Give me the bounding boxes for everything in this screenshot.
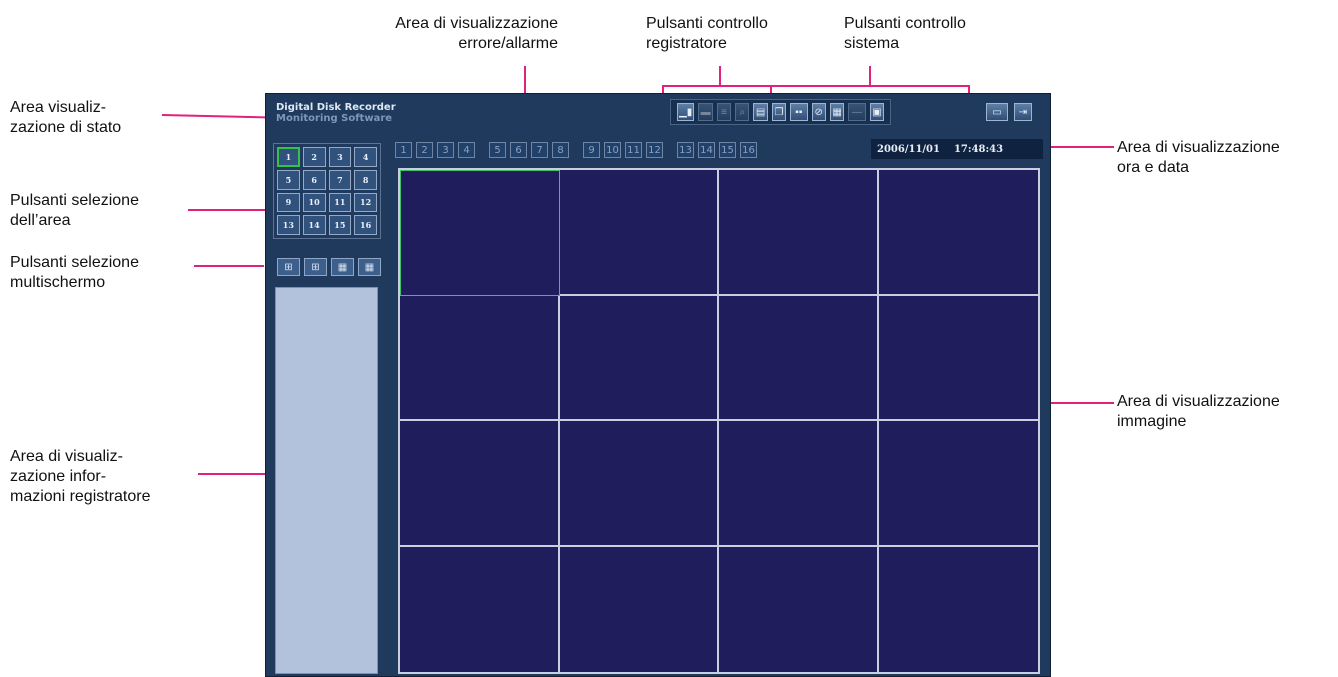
rec-icon[interactable]: ▁▮ [677, 103, 695, 121]
camera-channel-13: 13 [677, 142, 694, 158]
app-title: Digital Disk Recorder Monitoring Softwar… [276, 102, 426, 124]
area-button-5[interactable]: 5 [277, 169, 300, 190]
image-cell-12[interactable] [878, 421, 1038, 547]
leader-system-stem [869, 66, 871, 86]
image-cell-9[interactable] [400, 421, 560, 547]
callout-recorder-info: Area di visualiz- zazione infor- mazioni… [10, 448, 151, 505]
callout-alarm-area: Area di visualizzazione errore/allarme [395, 15, 558, 52]
image-display-area [398, 168, 1040, 674]
quad-screen-icon[interactable]: ⊞ [304, 258, 327, 276]
copy-icon[interactable]: ❐ [771, 103, 787, 121]
stop-icon[interactable]: ▬ [698, 103, 713, 121]
callout-status-area: Area visualiz- zazione di stato [10, 99, 122, 136]
area-button-11[interactable]: 11 [328, 192, 352, 213]
callout-area-select: Pulsanti selezione dell’area [10, 192, 139, 229]
recorder-info-panel [275, 287, 378, 674]
app-title-line2: Monitoring Software [276, 113, 393, 124]
image-cell-4[interactable] [878, 170, 1038, 296]
area-button-4[interactable]: 4 [354, 147, 377, 167]
card-icon[interactable]: ▣ [869, 103, 885, 121]
exit-icon[interactable]: ⇥ [1014, 103, 1032, 121]
image-cell-16[interactable] [879, 547, 1039, 673]
area-button-1[interactable]: 1 [277, 147, 300, 167]
nine-screen-icon[interactable]: ▦ [331, 258, 354, 276]
sixteen-screen-icon[interactable]: ▦ [358, 258, 381, 276]
date-text: 2006/11/01 [877, 143, 940, 155]
camera-channel-1: 1 [395, 142, 412, 158]
callout-recorder-controls: Pulsanti controllo registratore [646, 15, 768, 52]
area-button-10[interactable]: 10 [302, 192, 326, 213]
system-control-toolbar: ▭ ⇥ [986, 99, 1046, 125]
callout-image-area: Area di visualizzazione immagine [1117, 393, 1280, 430]
camera-channel-11: 11 [625, 142, 642, 158]
multiscreen-selection-buttons: ⊞ ⊞ ▦ ▦ [273, 258, 385, 276]
camera-channel-7: 7 [531, 142, 548, 158]
link-icon[interactable]: ⊘ [811, 103, 826, 121]
status-area: 1 2 3 4 5 6 7 8 9 10 11 12 13 14 15 16 [395, 139, 870, 161]
image-cell-1[interactable] [400, 170, 560, 296]
play-icon[interactable]: ≡ [716, 103, 732, 121]
image-cell-15[interactable] [719, 546, 879, 672]
disk-icon[interactable]: ▤ [753, 103, 768, 121]
area-button-6[interactable]: 6 [302, 169, 326, 190]
image-cell-11[interactable] [719, 421, 879, 547]
camera-channel-5: 5 [489, 142, 506, 158]
image-cell-5[interactable] [400, 295, 560, 421]
image-cell-10[interactable] [559, 421, 719, 547]
tool-icon[interactable]: — [848, 103, 866, 121]
camera-channel-3: 3 [437, 142, 454, 158]
leader-controls-bar [662, 85, 970, 87]
area-button-9[interactable]: 9 [277, 192, 300, 213]
callout-multiscreen-select: Pulsanti selezione multischermo [10, 254, 139, 291]
leader-recorder-stem [719, 66, 721, 86]
area-button-13[interactable]: 13 [277, 215, 300, 235]
area-button-12[interactable]: 12 [354, 192, 377, 213]
area-selection-buttons: 1 2 3 4 5 6 7 8 9 10 11 12 13 14 15 16 [273, 143, 381, 239]
camera-channel-8: 8 [552, 142, 569, 158]
time-text: 17:48:43 [953, 143, 1004, 155]
image-cell-2[interactable] [559, 170, 719, 296]
area-button-16[interactable]: 16 [354, 215, 377, 235]
image-cell-8[interactable] [878, 296, 1038, 421]
area-button-7[interactable]: 7 [328, 169, 352, 190]
area-button-8[interactable]: 8 [354, 169, 377, 190]
datetime-display: 2006/11/01 17:48:43 [871, 139, 1043, 159]
camera-channel-12: 12 [646, 142, 663, 158]
area-button-15[interactable]: 15 [328, 215, 352, 235]
callout-system-controls: Pulsanti controllo sistema [844, 15, 966, 52]
leader-area-select [188, 209, 276, 211]
grid-icon[interactable]: ▦ [829, 103, 845, 121]
image-cell-3[interactable] [719, 170, 879, 296]
monitoring-software-window: Digital Disk Recorder Monitoring Softwar… [265, 93, 1051, 677]
monitor-icon[interactable]: ▭ [986, 103, 1008, 121]
camera-channel-15: 15 [719, 142, 736, 158]
single-screen-icon[interactable]: ⊞ [277, 258, 300, 276]
image-cell-13[interactable] [400, 546, 560, 672]
callout-datetime-area: Area di visualizzazione ora e data [1117, 139, 1280, 176]
camera-channel-2: 2 [416, 142, 433, 158]
dual-screen-icon[interactable]: ▪▪ [790, 103, 808, 121]
leader-multiscreen [194, 265, 264, 267]
image-cell-14[interactable] [560, 546, 719, 672]
camera-channel-14: 14 [698, 142, 715, 158]
search-icon[interactable]: ⌕ [735, 103, 750, 121]
camera-channel-10: 10 [604, 142, 621, 158]
recorder-control-toolbar: ▁▮ ▬ ≡ ⌕ ▤ ❐ ▪▪ ⊘ ▦ — ▣ [670, 99, 891, 125]
camera-channel-4: 4 [458, 142, 475, 158]
camera-channel-9: 9 [583, 142, 600, 158]
area-button-3[interactable]: 3 [328, 147, 352, 167]
image-cell-6[interactable] [559, 295, 719, 421]
image-cell-7[interactable] [719, 295, 879, 421]
camera-channel-16: 16 [740, 142, 757, 158]
camera-channel-6: 6 [510, 142, 527, 158]
app-title-line1: Digital Disk Recorder [276, 102, 396, 113]
area-button-14[interactable]: 14 [302, 215, 326, 235]
area-button-2[interactable]: 2 [302, 147, 326, 167]
